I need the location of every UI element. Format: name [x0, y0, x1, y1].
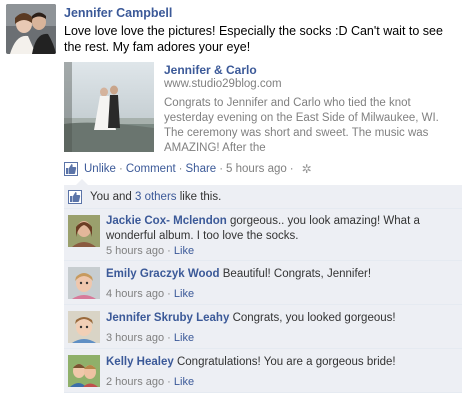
commenter-avatar[interactable]: [68, 311, 100, 343]
post-author[interactable]: Jennifer Campbell: [64, 6, 172, 20]
shared-link-title[interactable]: Jennifer & Carlo: [164, 63, 257, 77]
thumbs-up-icon: [68, 189, 82, 204]
comment-text: Congrats, you looked gorgeous!: [232, 312, 396, 324]
comment-author[interactable]: Jennifer Skruby Leahy: [106, 312, 229, 324]
comment-meta: 2 hours ago · Like: [106, 375, 456, 390]
comment-item: Emily Graczyk Wood Beautiful! Congrats, …: [64, 261, 462, 305]
feedback-caret: [76, 179, 88, 185]
story-actions: Unlike · Comment · Share · 5 hours ago ·…: [64, 161, 312, 177]
comment-body: Jackie Cox- Mclendon gorgeous.. you look…: [106, 214, 456, 259]
unlike-link[interactable]: Unlike: [84, 163, 116, 175]
comment-body: Kelly Healey Congratulations! You are a …: [106, 355, 456, 390]
shared-link-url[interactable]: www.studio29blog.com: [164, 78, 282, 90]
action-separator: ·: [219, 163, 224, 175]
comment-body: Jennifer Skruby Leahy Congrats, you look…: [106, 311, 456, 346]
comment-like-link[interactable]: Like: [174, 245, 194, 257]
commenter-avatar[interactable]: [68, 267, 100, 299]
comment-author[interactable]: Jackie Cox- Mclendon: [106, 215, 227, 227]
action-separator: ·: [289, 163, 294, 175]
meta-separator: ·: [167, 376, 171, 388]
author-avatar[interactable]: [6, 4, 56, 54]
comment-meta: 5 hours ago · Like: [106, 244, 456, 259]
likes-suffix: like this.: [176, 190, 222, 203]
likes-prefix: You and: [90, 190, 135, 203]
comment-time[interactable]: 4 hours ago: [106, 288, 164, 300]
action-separator: ·: [118, 163, 123, 175]
comment-meta: 3 hours ago · Like: [106, 331, 456, 346]
comment-like-link[interactable]: Like: [174, 288, 194, 300]
comment-item: Jackie Cox- Mclendon gorgeous.. you look…: [64, 209, 462, 261]
commenter-avatar[interactable]: [68, 355, 100, 387]
comment-time[interactable]: 5 hours ago: [106, 245, 164, 257]
comment-meta: 4 hours ago · Like: [106, 287, 456, 302]
shared-link-description: Congrats to Jennifer and Carlo who tied …: [164, 97, 439, 154]
share-link[interactable]: Share: [186, 163, 217, 175]
comment-time[interactable]: 3 hours ago: [106, 332, 164, 344]
action-separator: ·: [178, 163, 183, 175]
shared-link-thumbnail[interactable]: [64, 62, 154, 152]
comment-time[interactable]: 2 hours ago: [106, 376, 164, 388]
comment-text: Congratulations! You are a gorgeous brid…: [176, 356, 396, 368]
comment-like-link[interactable]: Like: [174, 376, 194, 388]
likes-summary: You and 3 others like this.: [64, 185, 462, 209]
meta-separator: ·: [167, 245, 171, 257]
comment-item: Jennifer Skruby Leahy Congrats, you look…: [64, 305, 462, 349]
meta-separator: ·: [167, 332, 171, 344]
comment-body: Emily Graczyk Wood Beautiful! Congrats, …: [106, 267, 456, 302]
post-timestamp[interactable]: 5 hours ago: [226, 163, 287, 175]
comment-author[interactable]: Emily Graczyk Wood: [106, 268, 220, 280]
feedback-panel: You and 3 others like this. Jackie Cox- …: [64, 179, 462, 393]
sprocket-icon[interactable]: ✲: [302, 162, 312, 176]
meta-separator: ·: [167, 288, 171, 300]
comment-link[interactable]: Comment: [126, 163, 176, 175]
comment-author[interactable]: Kelly Healey: [106, 356, 174, 368]
post-message: Love love love the pictures! Especially …: [64, 24, 443, 54]
commenter-avatar[interactable]: [68, 215, 100, 247]
comment-like-link[interactable]: Like: [174, 332, 194, 344]
likes-others-link[interactable]: 3 others: [135, 191, 177, 203]
thumbs-up-icon: [64, 162, 78, 176]
comment-item: Kelly Healey Congratulations! You are a …: [64, 349, 462, 393]
comment-text: Beautiful! Congrats, Jennifer!: [222, 268, 372, 280]
